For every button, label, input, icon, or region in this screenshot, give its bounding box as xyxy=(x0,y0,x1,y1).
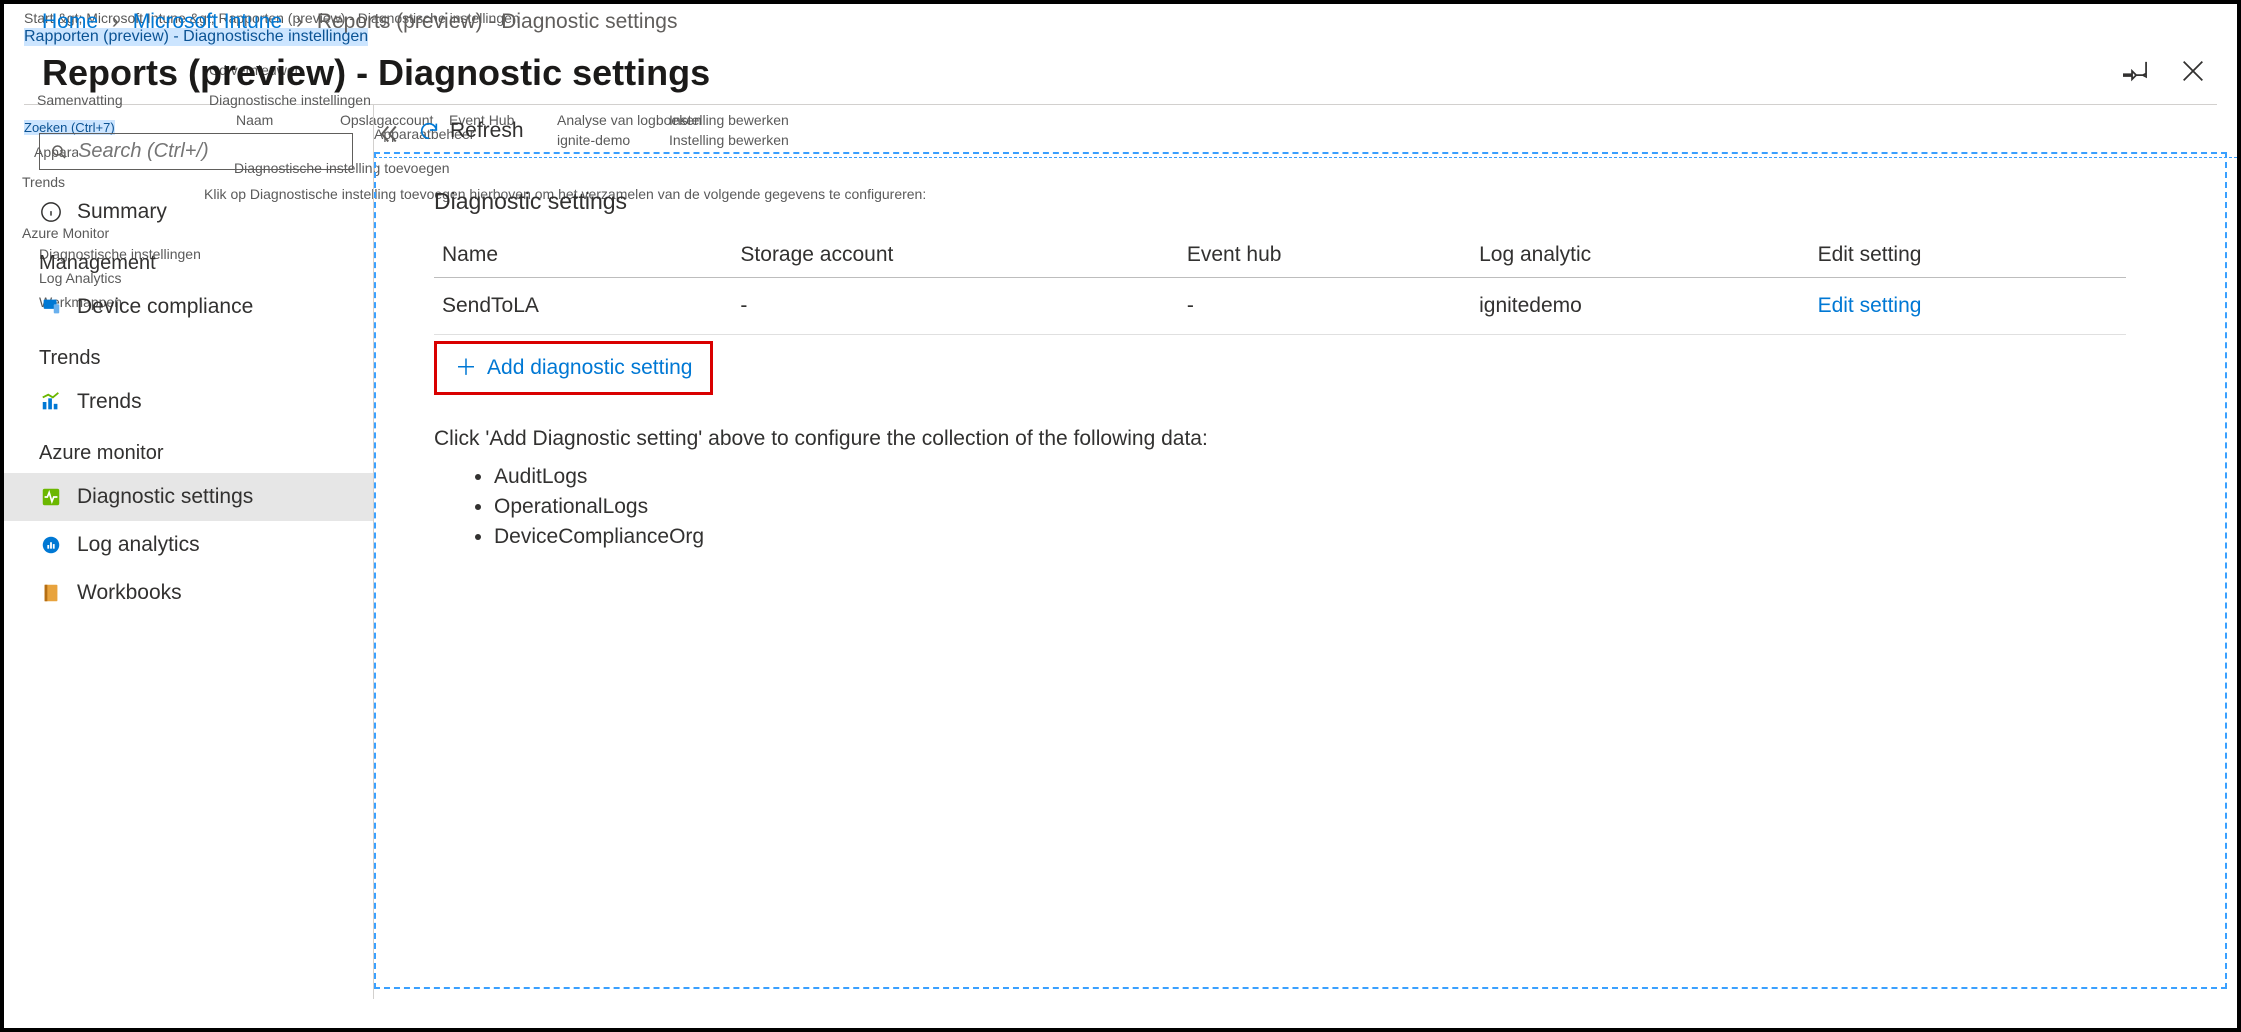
sidebar-item-label: Workbooks xyxy=(77,581,182,605)
close-icon[interactable] xyxy=(2179,57,2207,90)
workbooks-icon xyxy=(39,581,63,605)
sidebar: Summary Management Device compliance Tre… xyxy=(4,105,374,999)
edit-setting-link[interactable]: Edit setting xyxy=(1818,294,1922,317)
sidebar-item-device-compliance[interactable]: Device compliance xyxy=(4,283,373,331)
sidebar-group-trends: Trends xyxy=(4,331,373,378)
sidebar-item-log-analytics[interactable]: Log analytics xyxy=(4,521,373,569)
device-icon xyxy=(39,295,63,319)
log-analytics-icon xyxy=(39,533,63,557)
cell-eventhub: - xyxy=(1179,278,1471,335)
diagnostic-settings-table: Name Storage account Event hub Log analy… xyxy=(434,233,2126,335)
sidebar-item-diagnostic-settings[interactable]: Diagnostic settings xyxy=(4,473,373,521)
breadcrumb-intune[interactable]: Microsoft Intune xyxy=(133,10,282,33)
col-storage: Storage account xyxy=(732,233,1178,278)
sidebar-item-label: Device compliance xyxy=(77,295,253,319)
chevron-right-icon: › xyxy=(112,10,119,33)
refresh-label: Refresh xyxy=(450,119,524,143)
activity-icon xyxy=(39,485,63,509)
col-name: Name xyxy=(434,233,732,278)
list-item: AuditLogs xyxy=(494,465,2197,489)
sidebar-item-summary[interactable]: Summary xyxy=(4,188,373,236)
search-input-wrap[interactable] xyxy=(39,133,353,170)
section-title: Diagnostic settings xyxy=(434,188,2197,215)
refresh-icon xyxy=(418,120,440,142)
pin-icon[interactable] xyxy=(2123,57,2151,90)
sidebar-item-trends[interactable]: Trends xyxy=(4,378,373,426)
list-item: DeviceComplianceOrg xyxy=(494,525,2197,549)
plus-icon: ＋ xyxy=(455,357,477,379)
data-types-list: AuditLogs OperationalLogs DeviceComplian… xyxy=(494,465,2197,549)
sidebar-item-label: Diagnostic settings xyxy=(77,485,253,509)
info-icon xyxy=(39,200,63,224)
page-title: Reports (preview) - Diagnostic settings xyxy=(42,52,710,94)
cell-storage: - xyxy=(732,278,1178,335)
content-area: Refresh Diagnostic settings Name Storage… xyxy=(374,105,2237,999)
breadcrumb-home[interactable]: Home xyxy=(42,10,98,33)
col-eventhub: Event hub xyxy=(1179,233,1471,278)
cell-loganalytic: ignitedemo xyxy=(1471,278,1809,335)
cell-name: SendToLA xyxy=(434,278,732,335)
sidebar-group-management: Management xyxy=(4,236,373,283)
sidebar-group-monitor: Azure monitor xyxy=(4,426,373,473)
hint-text: Click 'Add Diagnostic setting' above to … xyxy=(434,427,2197,451)
sidebar-item-workbooks[interactable]: Workbooks xyxy=(4,569,373,617)
breadcrumb-current: Reports (preview) - Diagnostic settings xyxy=(317,10,678,33)
search-icon xyxy=(50,142,68,162)
col-edit: Edit setting xyxy=(1810,233,2127,278)
sidebar-item-label: Trends xyxy=(77,390,142,414)
col-loganalytic: Log analytic xyxy=(1471,233,1809,278)
sidebar-item-label: Summary xyxy=(77,200,167,224)
breadcrumb: Home › Microsoft Intune › Reports (previ… xyxy=(4,4,2237,34)
add-label: Add diagnostic setting xyxy=(487,356,692,380)
search-input[interactable] xyxy=(78,140,342,163)
table-row: SendToLA - - ignitedemo Edit setting xyxy=(434,278,2126,335)
refresh-button[interactable]: Refresh xyxy=(374,105,2237,158)
trends-icon xyxy=(39,390,63,414)
add-diagnostic-setting-button[interactable]: ＋ Add diagnostic setting xyxy=(434,341,713,395)
sidebar-item-label: Log analytics xyxy=(77,533,200,557)
chevron-right-icon: › xyxy=(296,10,303,33)
collapse-sidebar-icon[interactable] xyxy=(372,119,402,149)
list-item: OperationalLogs xyxy=(494,495,2197,519)
